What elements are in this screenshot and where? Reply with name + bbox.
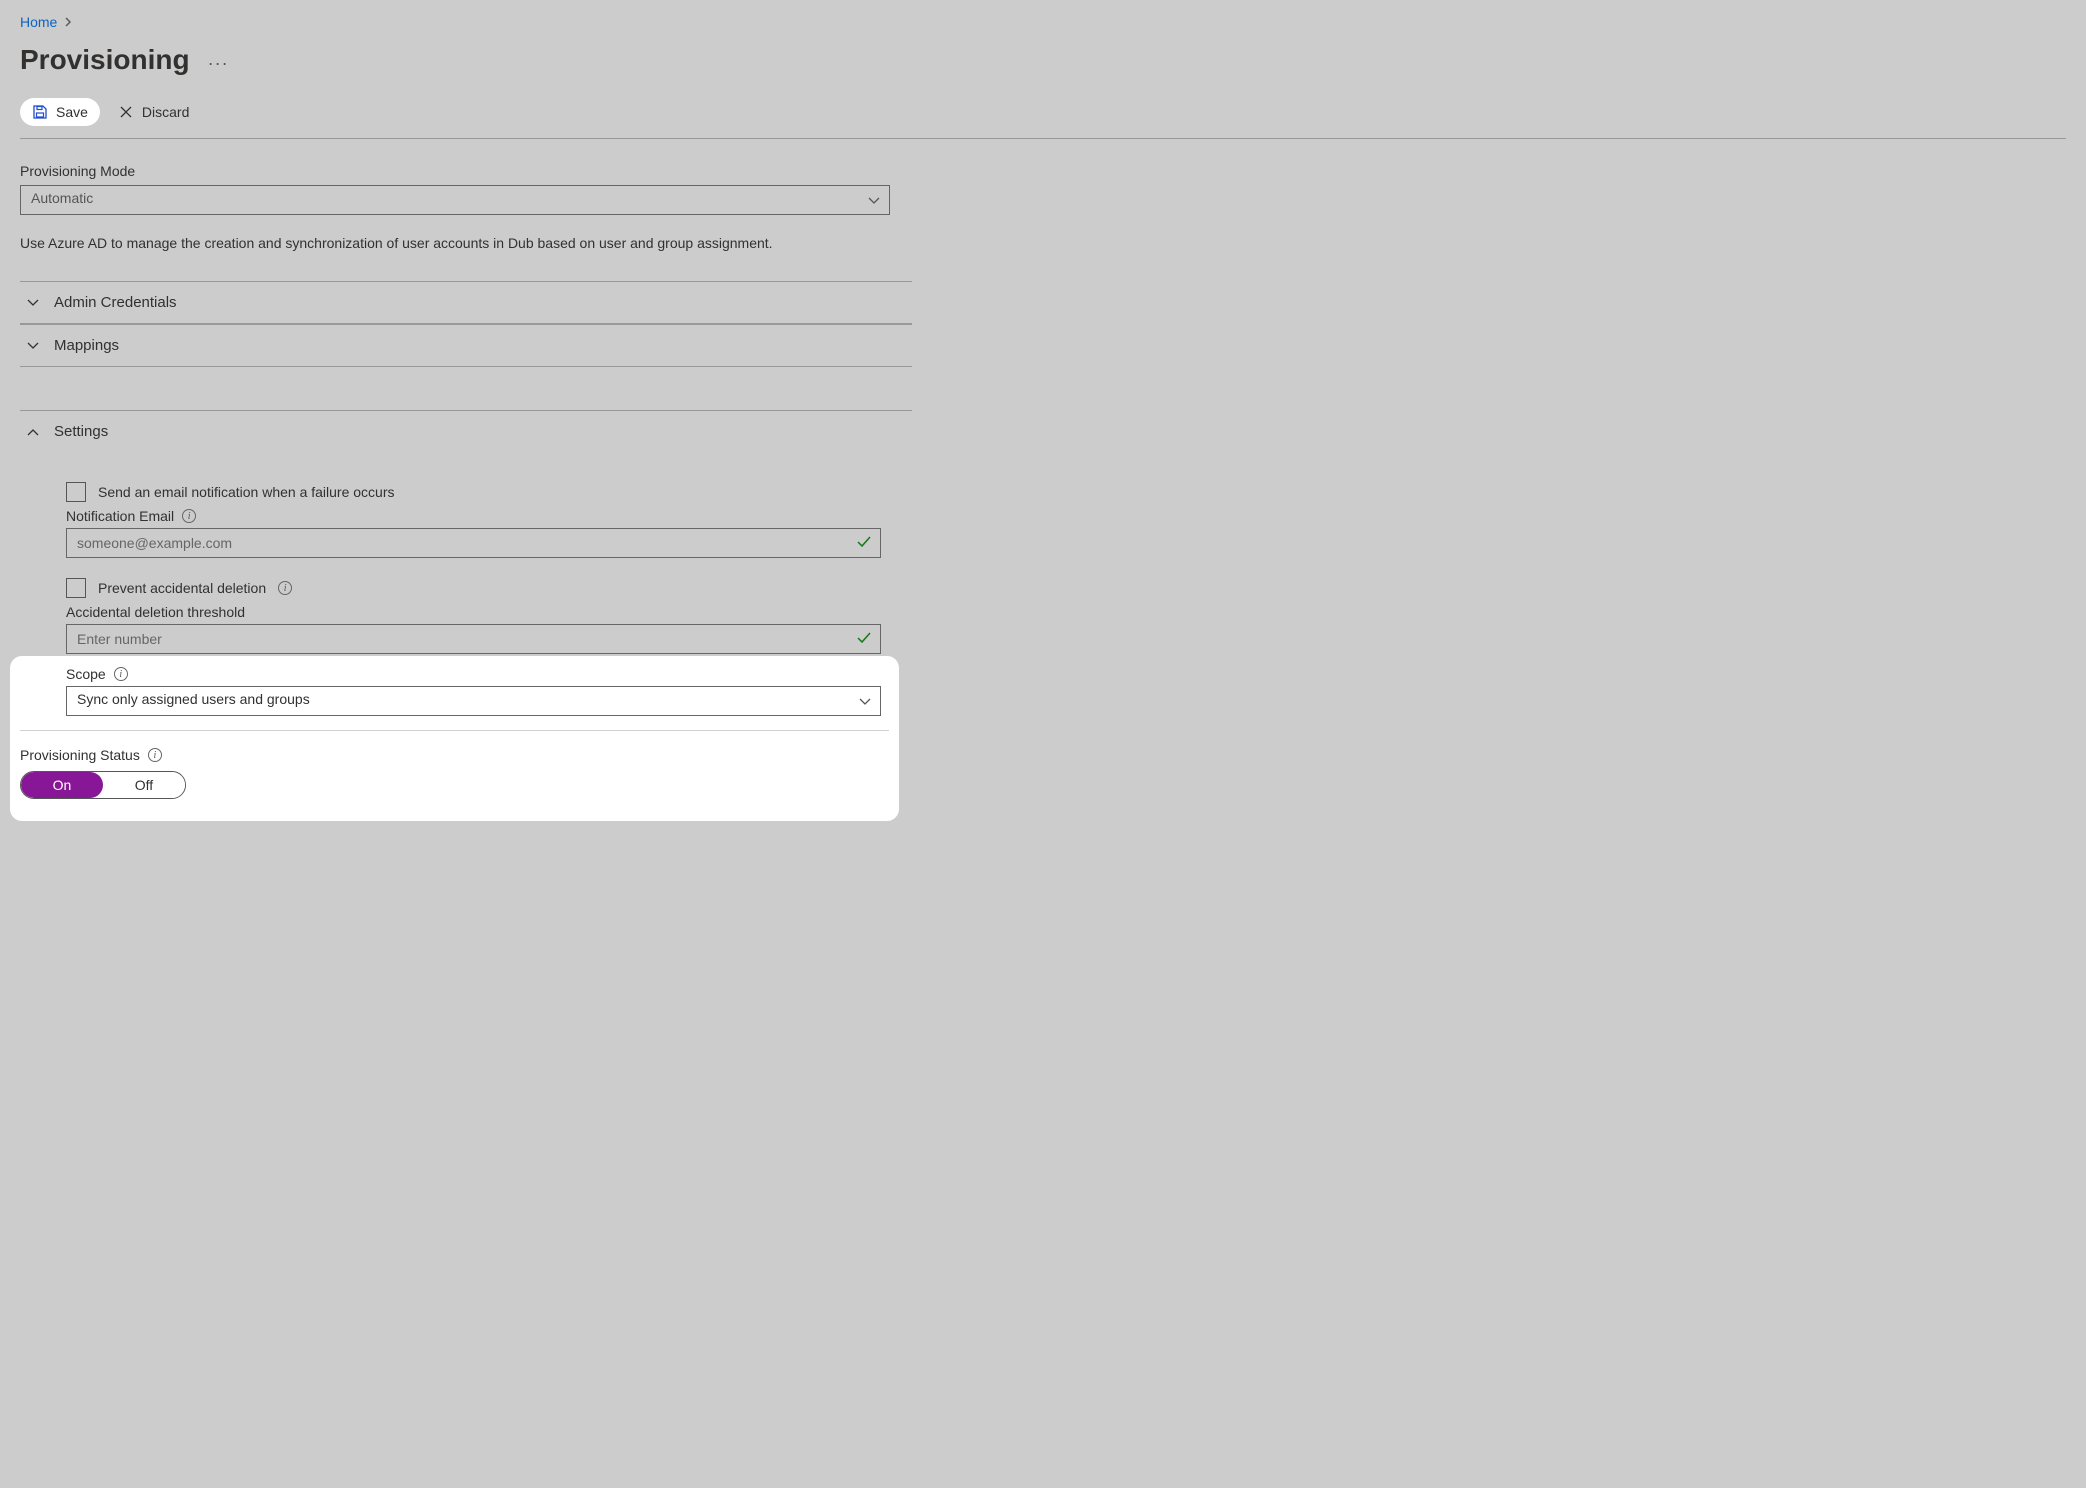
save-button-label: Save (56, 104, 88, 120)
section-mappings-label: Mappings (54, 337, 119, 354)
prevent-deletion-label: Prevent accidental deletion (98, 580, 266, 596)
chevron-down-icon (26, 296, 40, 310)
save-icon (32, 104, 48, 120)
chevron-right-icon (65, 14, 73, 30)
provisioning-status-label: Provisioning Status (20, 747, 140, 763)
breadcrumb-home-link[interactable]: Home (20, 14, 57, 30)
notification-email-input[interactable] (66, 528, 881, 558)
section-admin-credentials-label: Admin Credentials (54, 294, 177, 311)
info-icon[interactable]: i (114, 667, 128, 681)
threshold-input[interactable] (66, 624, 881, 654)
scope-status-panel: Scope i Sync only assigned users and gro… (10, 656, 899, 821)
provisioning-mode-label: Provisioning Mode (20, 163, 912, 179)
save-button[interactable]: Save (20, 98, 100, 126)
provisioning-mode-select[interactable]: Automatic (20, 185, 890, 215)
breadcrumb: Home (20, 10, 2066, 34)
close-icon (118, 104, 134, 120)
toolbar: Save Discard (20, 98, 2066, 138)
scope-select[interactable]: Sync only assigned users and groups (66, 686, 881, 716)
scope-label: Scope (66, 666, 106, 682)
notification-email-label: Notification Email (66, 508, 174, 524)
section-settings[interactable]: Settings (20, 411, 912, 452)
toggle-off[interactable]: Off (103, 772, 185, 798)
send-email-label: Send an email notification when a failur… (98, 484, 395, 500)
section-settings-label: Settings (54, 423, 108, 440)
more-icon[interactable]: ··· (208, 47, 229, 74)
info-icon[interactable]: i (278, 581, 292, 595)
provisioning-mode-description: Use Azure AD to manage the creation and … (20, 235, 912, 251)
toggle-on[interactable]: On (21, 772, 103, 798)
section-mappings[interactable]: Mappings (20, 325, 912, 367)
section-admin-credentials[interactable]: Admin Credentials (20, 282, 912, 324)
discard-button[interactable]: Discard (106, 98, 201, 126)
divider (20, 730, 889, 731)
discard-button-label: Discard (142, 104, 189, 120)
info-icon[interactable]: i (182, 509, 196, 523)
page-title: Provisioning (20, 44, 190, 76)
info-icon[interactable]: i (148, 748, 162, 762)
chevron-up-icon (26, 425, 40, 439)
threshold-label: Accidental deletion threshold (66, 604, 245, 620)
prevent-deletion-checkbox[interactable] (66, 578, 86, 598)
send-email-checkbox[interactable] (66, 482, 86, 502)
chevron-down-icon (26, 339, 40, 353)
provisioning-status-toggle[interactable]: On Off (20, 771, 186, 799)
